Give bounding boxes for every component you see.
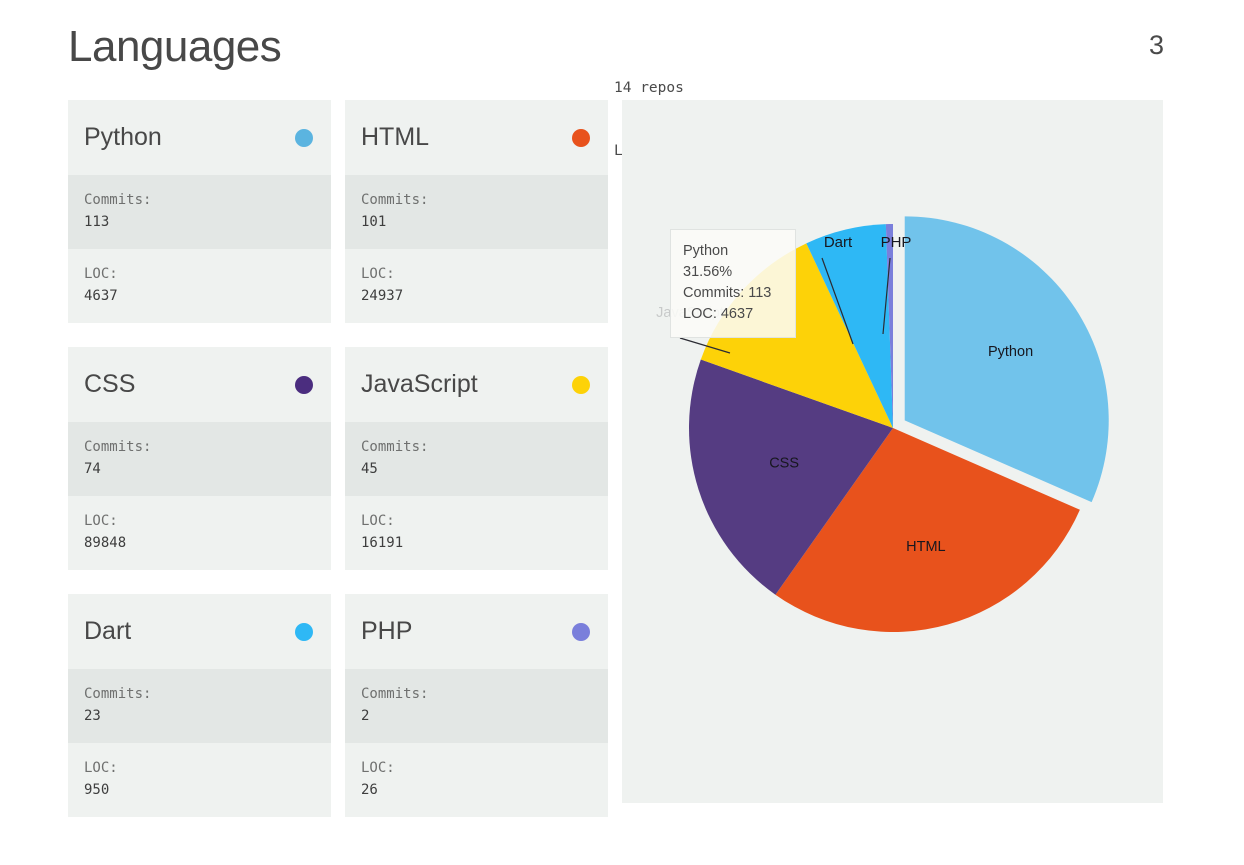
language-name: Python [84,123,162,151]
loc-stat: LOC: 24937 [345,249,608,323]
pie-label-php: PHP [881,234,912,251]
tooltip-commits: Commits: 113 [683,285,772,301]
loc-value: 16191 [361,535,404,551]
pie-label-css: CSS [769,456,799,472]
commits-label: Commits: [84,192,152,208]
commits-stat: Commits: 101 [345,175,608,249]
card-header: HTML [345,100,608,175]
commits-value: 23 [84,708,101,724]
loc-stat: LOC: 16191 [345,496,608,570]
loc-value: 24937 [361,288,404,304]
language-card-php[interactable]: PHP Commits: 2 LOC: 26 [345,594,608,817]
pie-tooltip: Python 31.56% Commits: 113 LOC: 4637 [670,229,796,338]
commits-stat: Commits: 45 [345,422,608,496]
language-name: CSS [84,370,136,398]
commits-stat: Commits: 2 [345,669,608,743]
language-card-dart[interactable]: Dart Commits: 23 LOC: 950 [68,594,331,817]
loc-label: LOC: [361,266,395,282]
loc-stat: LOC: 4637 [68,249,331,323]
tooltip-language: Python [683,243,729,259]
language-name: Dart [84,617,132,645]
commits-value: 2 [361,708,370,724]
loc-label: LOC: [84,513,118,529]
repos-count: 14 repos [614,80,684,96]
card-header: PHP [345,594,608,669]
commits-label: Commits: [84,686,152,702]
color-dot-icon [572,375,590,394]
pie-label-dart: Dart [824,234,853,251]
loc-label: LOC: [361,513,395,529]
commits-stat: Commits: 23 [68,669,331,743]
card-header: CSS [68,347,331,422]
loc-stat: LOC: 89848 [68,496,331,570]
tooltip-loc: LOC: 4637 [683,306,754,322]
commits-label: Commits: [84,439,152,455]
loc-value: 26 [361,782,378,798]
languages-pie-chart[interactable]: PythonHTMLCSSDartPHPJavaScript [622,100,1163,803]
language-name: JavaScript [361,370,478,398]
language-cards-grid: Python Commits: 113 LOC: 4637 HTML Commi… [68,100,608,817]
language-card-javascript[interactable]: JavaScript Commits: 45 LOC: 16191 [345,347,608,570]
loc-label: LOC: [361,760,395,776]
page-number: 3 [1148,30,1164,60]
language-name: HTML [361,123,430,151]
color-dot-icon [572,128,590,147]
language-card-css[interactable]: CSS Commits: 74 LOC: 89848 [68,347,331,570]
color-dot-icon [295,622,313,641]
color-dot-icon [295,128,313,147]
loc-stat: LOC: 26 [345,743,608,817]
pie-label-html: HTML [906,539,945,555]
commits-value: 101 [361,214,387,230]
commits-value: 45 [361,461,378,477]
commits-stat: Commits: 74 [68,422,331,496]
loc-value: 950 [84,782,110,798]
pie-label-python: Python [988,344,1033,360]
color-dot-icon [572,622,590,641]
commits-label: Commits: [361,686,429,702]
tooltip-percent: 31.56% [683,264,733,280]
commits-label: Commits: [361,192,429,208]
page-title: Languages [68,22,282,71]
color-dot-icon [295,375,313,394]
commits-label: Commits: [361,439,429,455]
pie-chart-panel: PythonHTMLCSSDartPHPJavaScript [622,100,1163,803]
card-header: Dart [68,594,331,669]
loc-label: LOC: [84,266,118,282]
card-header: Python [68,100,331,175]
loc-label: LOC: [84,760,118,776]
card-header: JavaScript [345,347,608,422]
loc-value: 89848 [84,535,127,551]
language-name: PHP [361,617,413,645]
loc-value: 4637 [84,288,118,304]
language-card-html[interactable]: HTML Commits: 101 LOC: 24937 [345,100,608,323]
commits-value: 113 [84,214,110,230]
loc-stat: LOC: 950 [68,743,331,817]
commits-value: 74 [84,461,101,477]
language-card-python[interactable]: Python Commits: 113 LOC: 4637 [68,100,331,323]
commits-stat: Commits: 113 [68,175,331,249]
